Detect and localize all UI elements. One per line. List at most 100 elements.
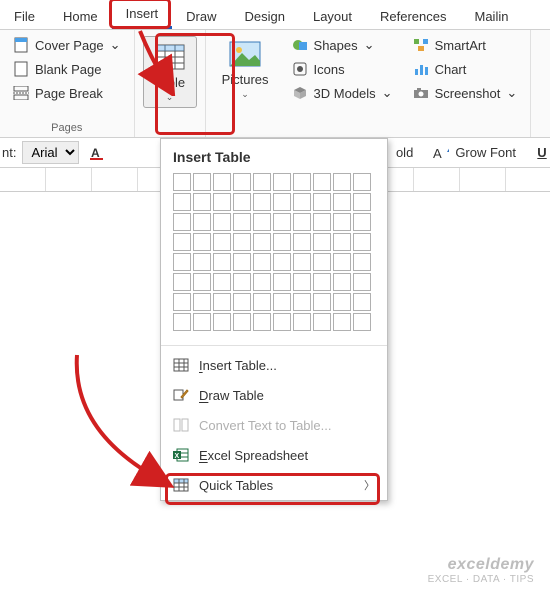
grid-cell[interactable] <box>313 313 331 331</box>
grid-cell[interactable] <box>353 313 371 331</box>
grid-cell[interactable] <box>233 193 251 211</box>
grid-cell[interactable] <box>253 293 271 311</box>
grid-cell[interactable] <box>193 173 211 191</box>
grid-cell[interactable] <box>353 173 371 191</box>
grid-cell[interactable] <box>293 273 311 291</box>
grid-cell[interactable] <box>333 273 351 291</box>
grid-cell[interactable] <box>293 193 311 211</box>
excel-spreadsheet-item[interactable]: X Excel Spreadsheet <box>161 440 387 470</box>
grid-cell[interactable] <box>313 293 331 311</box>
tab-references[interactable]: References <box>366 3 460 29</box>
grid-cell[interactable] <box>213 313 231 331</box>
grid-cell[interactable] <box>233 313 251 331</box>
grid-cell[interactable] <box>273 173 291 191</box>
grid-cell[interactable] <box>293 213 311 231</box>
grid-cell[interactable] <box>193 273 211 291</box>
grid-cell[interactable] <box>253 273 271 291</box>
grid-cell[interactable] <box>233 173 251 191</box>
grow-font-label[interactable]: Grow Font <box>455 145 516 160</box>
grid-cell[interactable] <box>273 273 291 291</box>
blank-page-button[interactable]: Blank Page <box>8 58 126 80</box>
grid-cell[interactable] <box>233 253 251 271</box>
grid-cell[interactable] <box>313 173 331 191</box>
grid-cell[interactable] <box>253 213 271 231</box>
grid-cell[interactable] <box>293 293 311 311</box>
grid-cell[interactable] <box>213 233 231 251</box>
grid-cell[interactable] <box>253 193 271 211</box>
smartart-button[interactable]: SmartArt <box>408 34 523 56</box>
grid-cell[interactable] <box>213 173 231 191</box>
grid-cell[interactable] <box>333 233 351 251</box>
grid-cell[interactable] <box>273 293 291 311</box>
grid-cell[interactable] <box>333 313 351 331</box>
grid-cell[interactable] <box>273 313 291 331</box>
grid-cell[interactable] <box>193 313 211 331</box>
tab-file[interactable]: File <box>0 3 49 29</box>
grid-cell[interactable] <box>173 193 191 211</box>
tab-home[interactable]: Home <box>49 3 112 29</box>
grid-cell[interactable] <box>173 253 191 271</box>
page-break-button[interactable]: Page Break <box>8 82 126 104</box>
grid-cell[interactable] <box>293 253 311 271</box>
grid-cell[interactable] <box>193 233 211 251</box>
font-selector[interactable]: Arial <box>22 141 79 164</box>
grid-cell[interactable] <box>233 293 251 311</box>
grid-cell[interactable] <box>213 273 231 291</box>
grid-cell[interactable] <box>333 213 351 231</box>
grid-cell[interactable] <box>353 293 371 311</box>
grid-cell[interactable] <box>333 193 351 211</box>
grid-cell[interactable] <box>333 253 351 271</box>
font-color-icon[interactable]: A <box>89 145 105 161</box>
grid-cell[interactable] <box>313 193 331 211</box>
grid-cell[interactable] <box>333 293 351 311</box>
grid-cell[interactable] <box>253 173 271 191</box>
grid-cell[interactable] <box>273 253 291 271</box>
grid-cell[interactable] <box>333 173 351 191</box>
grid-cell[interactable] <box>233 213 251 231</box>
grid-cell[interactable] <box>353 193 371 211</box>
grid-cell[interactable] <box>313 213 331 231</box>
3d-models-button[interactable]: 3D Models ⌄ <box>287 82 398 104</box>
grid-cell[interactable] <box>193 193 211 211</box>
draw-table-item[interactable]: Draw Table <box>161 380 387 410</box>
grid-cell[interactable] <box>173 213 191 231</box>
grid-cell[interactable] <box>293 233 311 251</box>
grid-cell[interactable] <box>273 233 291 251</box>
grid-cell[interactable] <box>173 273 191 291</box>
grid-cell[interactable] <box>353 213 371 231</box>
grid-cell[interactable] <box>173 313 191 331</box>
cover-page-button[interactable]: Cover Page ⌄ <box>8 34 126 56</box>
grid-cell[interactable] <box>253 233 271 251</box>
grid-cell[interactable] <box>173 233 191 251</box>
quick-tables-item[interactable]: Quick Tables 〉 <box>161 470 387 500</box>
grid-cell[interactable] <box>193 293 211 311</box>
grid-cell[interactable] <box>213 293 231 311</box>
grid-cell[interactable] <box>193 213 211 231</box>
grid-cell[interactable] <box>233 273 251 291</box>
grid-cell[interactable] <box>213 193 231 211</box>
grid-cell[interactable] <box>273 213 291 231</box>
pictures-button[interactable]: Pictures ⌄ <box>214 34 277 104</box>
table-grid-picker[interactable] <box>161 173 387 341</box>
grid-cell[interactable] <box>313 273 331 291</box>
grid-cell[interactable] <box>213 253 231 271</box>
icons-button[interactable]: Icons <box>287 58 398 80</box>
grid-cell[interactable] <box>173 293 191 311</box>
shapes-button[interactable]: Shapes ⌄ <box>287 34 398 56</box>
grid-cell[interactable] <box>233 233 251 251</box>
tab-mailings[interactable]: Mailin <box>461 3 523 29</box>
tab-insert[interactable]: Insert <box>112 0 173 29</box>
grid-cell[interactable] <box>193 253 211 271</box>
grid-cell[interactable] <box>293 173 311 191</box>
grid-cell[interactable] <box>313 233 331 251</box>
grid-cell[interactable] <box>273 193 291 211</box>
insert-table-item[interactable]: Insert Table... <box>161 350 387 380</box>
grid-cell[interactable] <box>353 233 371 251</box>
grid-cell[interactable] <box>293 313 311 331</box>
tab-layout[interactable]: Layout <box>299 3 366 29</box>
grid-cell[interactable] <box>253 253 271 271</box>
grid-cell[interactable] <box>213 213 231 231</box>
grid-cell[interactable] <box>353 273 371 291</box>
chart-button[interactable]: Chart <box>408 58 523 80</box>
grid-cell[interactable] <box>173 173 191 191</box>
